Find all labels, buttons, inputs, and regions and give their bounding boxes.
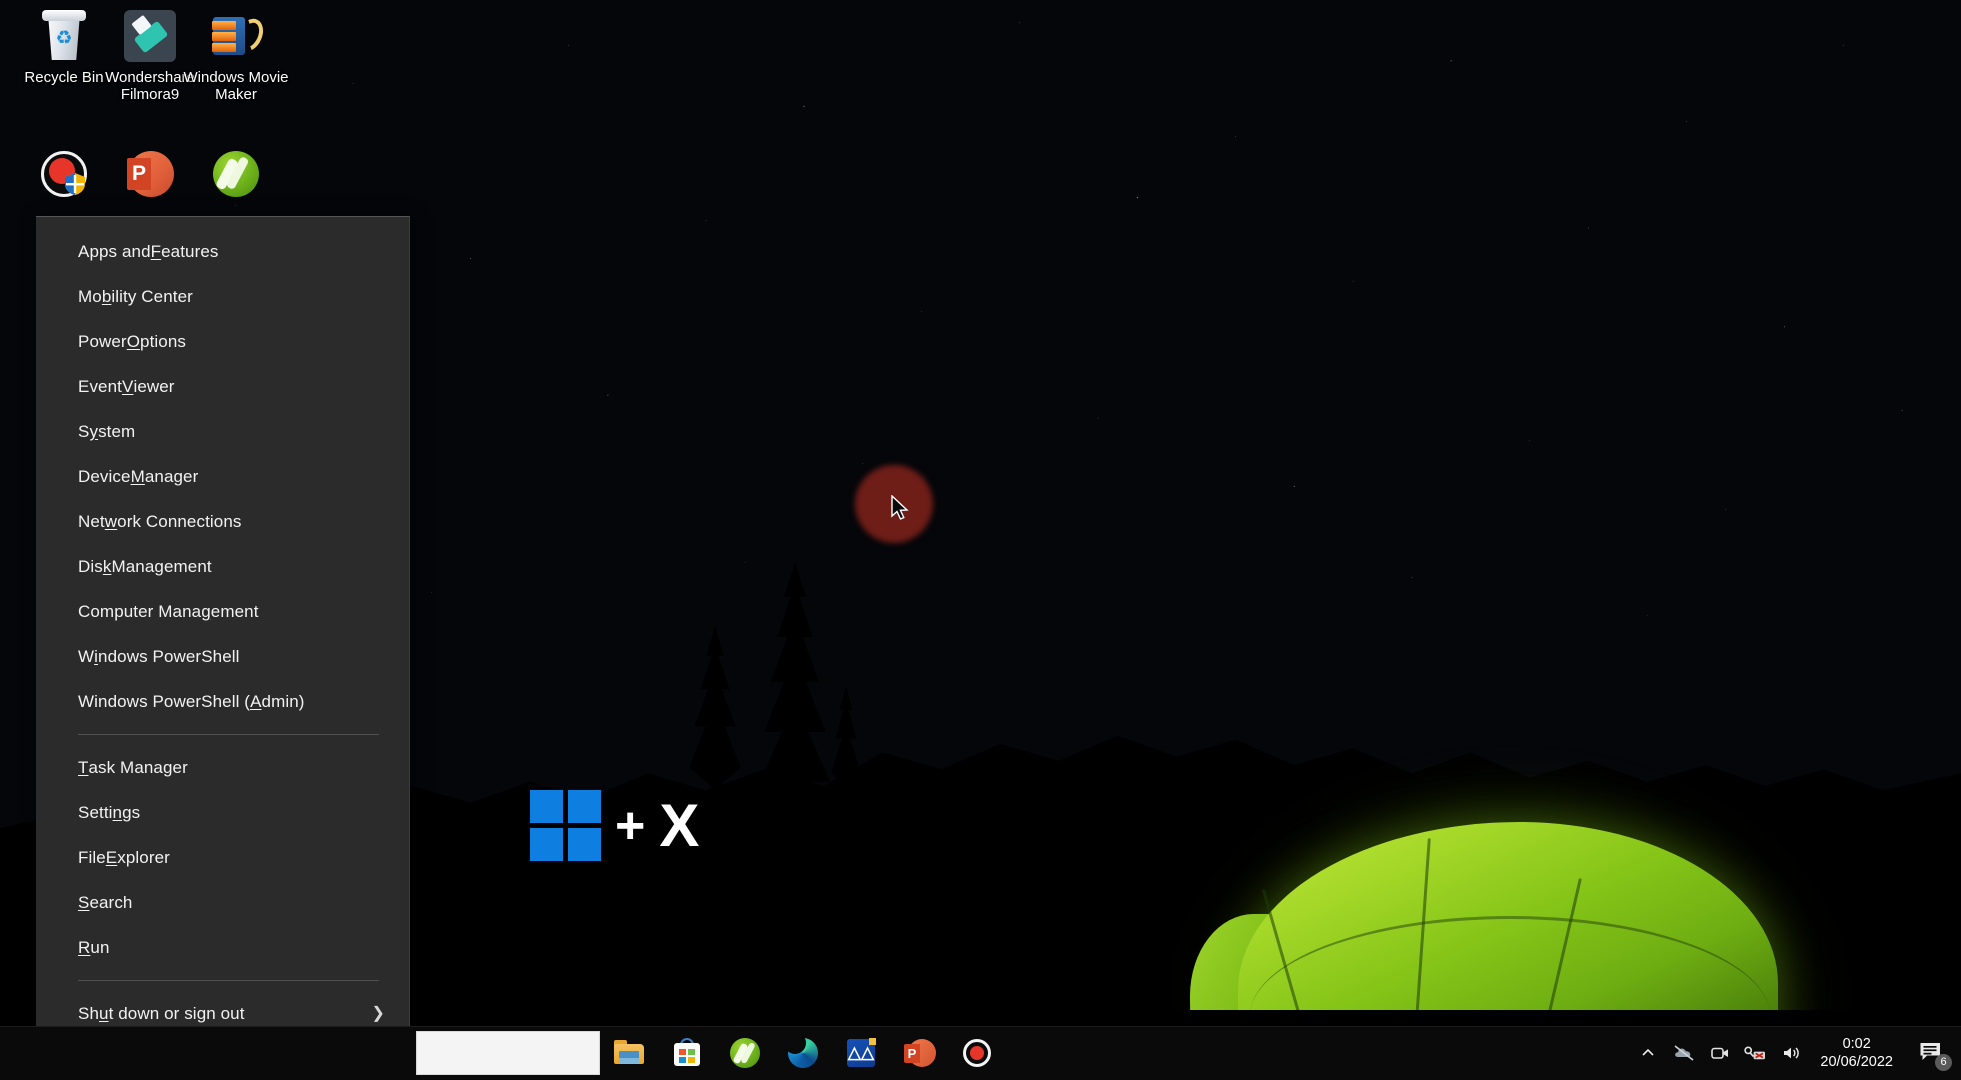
blue-m-app-icon: △△ [844,1036,878,1070]
windows-shield-icon [65,173,85,195]
menu-item-device-manager[interactable]: Device Manager [36,454,409,499]
menu-item-mobility-center[interactable]: Mo b ility Center [36,274,409,319]
taskbar-search-input[interactable] [416,1031,600,1075]
onedrive-icon[interactable] [1666,1026,1702,1080]
file-explorer-icon [612,1036,646,1070]
network-disconnected-icon[interactable] [1738,1026,1774,1080]
powerpoint-icon: P [902,1036,936,1070]
clock-time: 0:02 [1842,1036,1871,1052]
notification-count-badge: 6 [1935,1054,1952,1071]
menu-item-event-viewer[interactable]: Event Viewer [36,364,409,409]
menu-separator [78,980,379,981]
taskbar-left-group: △△ P [0,1026,1006,1080]
menu-item-windows-powershell[interactable]: Wi ndows PowerShell [36,634,409,679]
desktop-screen: ♻ Recycle Bin Wondershare Filmora9 Windo… [0,0,1961,1080]
chevron-up-icon[interactable] [1630,1026,1666,1080]
menu-item-network-connections[interactable]: Net w ork Connections [36,499,409,544]
microsoft-store-icon [670,1036,704,1070]
shortcut-plus: + [615,796,646,855]
menu-item-run[interactable]: Run [36,925,409,970]
taskbar-item-screen-recorder[interactable] [948,1026,1006,1080]
windows-logo-icon [530,790,601,861]
movie-maker-icon [208,8,269,64]
taskbar-item-blue-m-app[interactable]: △△ [832,1026,890,1080]
taskbar-item-file-explorer[interactable] [600,1026,658,1080]
taskbar-item-microsoft-store[interactable] [658,1026,716,1080]
menu-item-disk-management[interactable]: Dis k Management [36,544,409,589]
desktop-icon-windows-movie-maker[interactable]: Windows Movie Maker [182,8,290,103]
menu-item-settings[interactable]: Setti n gs [36,790,409,835]
winx-context-menu[interactable]: Apps and Features Mo b ility Center Power … [36,216,410,1080]
shortcut-key: X [659,791,700,859]
edge-icon [784,1032,820,1070]
shortcut-overlay: + X [530,790,699,861]
menu-item-power-options[interactable]: Power Options [36,319,409,364]
chevron-right-icon: ❯ [371,1004,385,1022]
menu-item-search[interactable]: Search [36,880,409,925]
desktop-icon-label: Windows Movie Maker [183,69,289,103]
menu-item-windows-powershell-admin[interactable]: Windows PowerShell (Admin) [36,679,409,724]
taskbar-clock[interactable]: 0:02 20/06/2022 [1810,1035,1905,1071]
taskbar-item-microsoft-edge[interactable] [774,1026,832,1080]
filmora-icon [122,8,178,64]
recorder-icon [36,146,92,202]
green-leaf-icon [208,146,264,202]
action-center-button[interactable]: 6 [1905,1026,1957,1080]
menu-separator [78,734,379,735]
meet-now-icon[interactable] [1702,1026,1738,1080]
taskbar: △△ P 0:02 20/06/2022 6 [0,1026,1961,1080]
menu-item-task-manager[interactable]: Task Manager [36,745,409,790]
powerpoint-icon: P [122,146,178,202]
system-tray: 0:02 20/06/2022 6 [1630,1026,1961,1080]
green-leaf-icon [728,1036,762,1070]
desktop-icon-green-editor[interactable] [182,146,290,207]
menu-item-computer-management[interactable]: Computer Mana g ement [36,589,409,634]
clock-date: 20/06/2022 [1820,1054,1893,1070]
taskbar-item-powerpoint[interactable]: P [890,1026,948,1080]
recycle-bin-icon: ♻ [36,8,92,64]
record-icon [960,1036,994,1070]
volume-icon[interactable] [1774,1026,1810,1080]
taskbar-item-green-editor[interactable] [716,1026,774,1080]
mouse-cursor [891,495,909,520]
menu-item-apps-and-features[interactable]: Apps and Features [36,229,409,274]
menu-item-file-explorer[interactable]: File Explorer [36,835,409,880]
menu-item-system[interactable]: Sy stem [36,409,409,454]
